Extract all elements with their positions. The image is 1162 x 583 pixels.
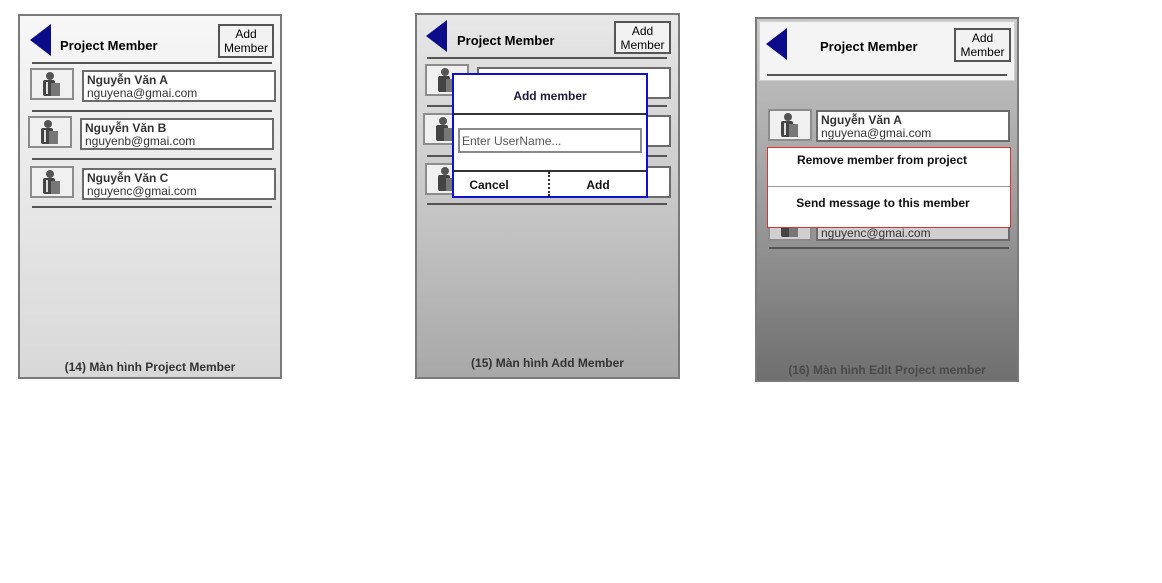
dialog-divider [454, 170, 646, 172]
member-card[interactable]: Nguyễn Văn A nguyena@gmai.com [82, 70, 276, 102]
person-icon [781, 113, 798, 137]
avatar [768, 109, 812, 141]
username-input[interactable] [458, 128, 642, 153]
avatar [28, 116, 72, 148]
cancel-button[interactable]: Cancel [454, 178, 524, 192]
member-email: nguyenc@gmai.com [87, 184, 197, 198]
person-icon [41, 120, 58, 144]
person-icon [43, 72, 60, 96]
add-member-button-line1: Add [971, 31, 994, 45]
add-member-button[interactable]: Add Member [218, 24, 274, 58]
divider [427, 203, 667, 205]
divider [427, 57, 667, 59]
member-email: nguyena@gmai.com [87, 86, 198, 100]
back-arrow-icon[interactable] [30, 24, 51, 56]
remove-member-menu-item[interactable]: Remove member from project [768, 153, 996, 167]
add-member-button[interactable]: Add Member [614, 21, 671, 54]
menu-divider [768, 186, 1010, 187]
divider [32, 158, 272, 160]
add-member-button[interactable]: Add Member [954, 28, 1011, 62]
member-name: Nguyễn Văn B [85, 121, 167, 135]
add-member-button-line2: Member [223, 41, 268, 55]
back-arrow-icon[interactable] [426, 20, 447, 52]
member-email: nguyena@gmai.com [821, 126, 932, 140]
member-name: Nguyễn Văn A [821, 113, 902, 127]
send-message-menu-item[interactable]: Send message to this member [768, 196, 998, 210]
divider [32, 206, 272, 208]
member-card[interactable]: Nguyễn Văn C nguyenc@gmai.com [82, 168, 276, 200]
divider [32, 62, 272, 64]
member-context-menu: Remove member from project Send message … [767, 147, 1011, 228]
dialog-title: Add member [513, 89, 587, 103]
page-title: Project Member [60, 38, 158, 53]
divider [32, 110, 272, 112]
page-title: Project Member [820, 39, 918, 54]
member-card[interactable]: Nguyễn Văn A nguyena@gmai.com [816, 110, 1010, 142]
add-member-dialog: Add member Cancel Add [452, 73, 648, 198]
add-member-screen: Project Member Add Member Add member Can… [415, 13, 680, 379]
edit-project-member-screen: Project Member Add Member Nguyễn Văn A n… [755, 17, 1019, 382]
member-card[interactable]: Nguyễn Văn B nguyenb@gmai.com [80, 118, 274, 150]
back-arrow-icon[interactable] [766, 28, 787, 60]
add-member-button-line1: Add [631, 24, 654, 38]
member-email: nguyenb@gmai.com [85, 134, 196, 148]
add-member-button-line2: Member [620, 38, 665, 52]
add-member-button-line1: Add [235, 27, 257, 41]
member-name: Nguyễn Văn C [87, 171, 169, 185]
screen-caption: (15) Màn hình Add Member [471, 356, 624, 370]
dialog-divider [454, 113, 646, 115]
divider [769, 247, 1009, 249]
avatar [30, 68, 74, 100]
project-member-screen: Project Member Add Member Nguyễn Văn A n… [18, 14, 282, 379]
divider [767, 74, 1007, 76]
screen-caption: (16) Màn hình Edit Project member [788, 363, 986, 377]
add-button[interactable]: Add [550, 178, 646, 192]
member-name: Nguyễn Văn A [87, 73, 168, 87]
avatar [30, 166, 74, 198]
page-title: Project Member [457, 33, 555, 48]
person-icon [43, 170, 60, 194]
add-member-button-line2: Member [960, 45, 1005, 59]
screen-caption: (14) Màn hình Project Member [64, 360, 236, 374]
